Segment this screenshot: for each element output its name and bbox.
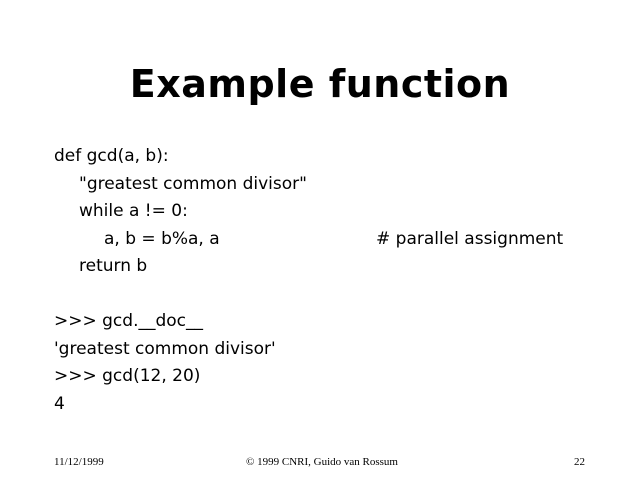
code-line: return b bbox=[79, 256, 148, 276]
code-comment: # parallel assignment bbox=[376, 229, 564, 249]
code-line: while a != 0: bbox=[79, 201, 188, 221]
session-line: >>> gcd.__doc__ bbox=[54, 311, 204, 331]
footer-date: 11/12/1999 bbox=[54, 456, 104, 468]
interactive-session: >>> gcd.__doc__ 'greatest common divisor… bbox=[54, 308, 276, 418]
code-line: a, b = b%a, a bbox=[104, 228, 220, 249]
code-line: def gcd(a, b): bbox=[54, 146, 169, 166]
session-line: 'greatest common divisor' bbox=[54, 338, 276, 359]
footer-copyright: © 1999 CNRI, Guido van Rossum bbox=[246, 456, 398, 468]
session-line: 4 bbox=[54, 393, 65, 414]
function-code-block: def gcd(a, b): "greatest common divisor"… bbox=[54, 143, 307, 281]
code-line: "greatest common divisor" bbox=[79, 173, 307, 194]
footer-page-number: 22 bbox=[574, 456, 585, 468]
session-line: >>> gcd(12, 20) bbox=[54, 366, 201, 386]
slide-title: Example function bbox=[129, 62, 511, 106]
